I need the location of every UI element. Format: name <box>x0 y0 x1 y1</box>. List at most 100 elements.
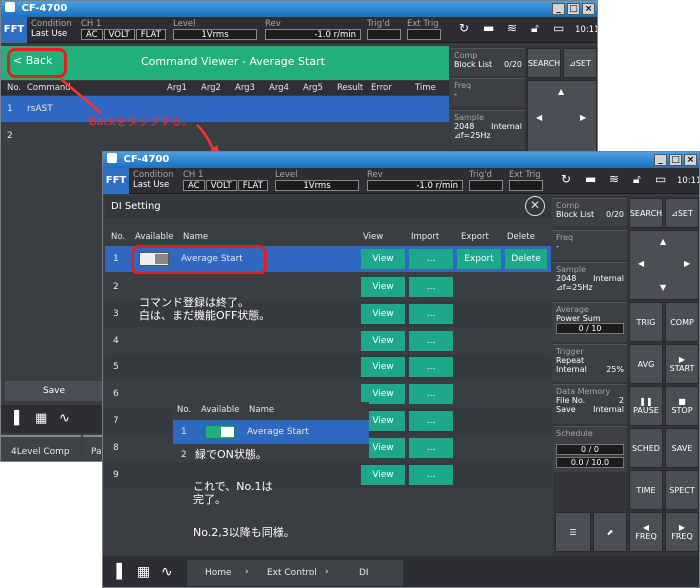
condition-label: Condition <box>133 170 174 180</box>
view-button[interactable]: View <box>361 249 405 269</box>
front-window-title: CF-4700 <box>123 154 170 165</box>
view-button[interactable]: View <box>361 277 405 297</box>
sample-mode: Internal <box>593 274 624 283</box>
arrow-right-icon[interactable]: ▶ <box>684 259 690 268</box>
data-memory-label: Data Memory <box>556 387 611 396</box>
stop-icon: ■ <box>678 397 686 406</box>
bar-chart-icon[interactable]: ▐ <box>9 411 19 426</box>
ch-filter[interactable]: FLAT <box>237 180 268 191</box>
printer-icon[interactable]: ▬ <box>585 172 596 186</box>
view-button[interactable]: View <box>361 330 405 351</box>
arrow-up-icon[interactable]: ▲ <box>660 237 666 246</box>
spect-button[interactable]: SPECT <box>665 470 699 510</box>
view-button[interactable]: View <box>361 303 405 324</box>
table-row[interactable]: 9 View... <box>105 461 551 488</box>
pause-button[interactable]: ❚❚ PAUSE <box>629 386 663 426</box>
level-label: Level <box>275 170 298 180</box>
close-button[interactable]: × <box>684 154 697 166</box>
arrow-left-icon[interactable]: ◀ <box>536 113 542 122</box>
trigger-percent: 25% <box>606 365 624 374</box>
front-window: CF-4700 _ □ × FFT Condition Last Use CH 1… <box>102 151 700 588</box>
trigger-source: Internal <box>556 365 587 374</box>
trig-button[interactable]: TRIG <box>629 302 663 342</box>
mode-fft-button[interactable]: FFT <box>103 168 129 194</box>
freq-right-button[interactable]: ▶ FREQ <box>665 512 699 552</box>
avg-button[interactable]: AVG <box>629 344 663 384</box>
direction-pad[interactable]: ▲ ◀ ▶ <box>527 80 597 154</box>
avg-count: 0 / 10 <box>556 323 624 334</box>
import-button[interactable]: ... <box>409 437 453 458</box>
arrow-down-icon[interactable]: ▼ <box>660 283 666 292</box>
stop-label: STOP <box>671 406 693 415</box>
lock-icon[interactable]: 🔓︎ <box>633 172 641 187</box>
close-dialog-icon[interactable]: ✕ <box>525 196 545 216</box>
ch-label: CH 1 <box>183 170 204 180</box>
arrow-right-icon[interactable]: ▶ <box>580 113 586 122</box>
bar-chart-icon[interactable]: ▐ <box>111 564 122 580</box>
view-button[interactable]: View <box>361 464 405 485</box>
front-right-panel: Comp Block List 0/20 Freq - Sample 2048 … <box>553 196 699 556</box>
breadcrumb-home[interactable]: Home <box>205 568 232 578</box>
available-toggle-on[interactable] <box>205 425 235 439</box>
save-label: Save <box>556 405 576 414</box>
import-button[interactable]: ... <box>409 330 453 351</box>
pause-icon: ❚❚ <box>639 397 653 406</box>
import-button[interactable]: ... <box>409 384 453 405</box>
level-value[interactable]: 1Vrms <box>275 180 359 191</box>
trigger-label: Trigger <box>556 347 584 356</box>
search-button[interactable]: SEARCH <box>527 48 561 78</box>
stop-button[interactable]: ■ STOP <box>665 386 699 426</box>
save-button[interactable]: Save <box>5 381 103 401</box>
minimize-button[interactable]: _ <box>654 154 667 166</box>
comp-button[interactable]: COMP <box>665 302 699 342</box>
import-button[interactable]: ... <box>409 357 453 378</box>
waveform-icon[interactable]: ∿ <box>161 564 173 580</box>
view-button[interactable]: View <box>361 357 405 378</box>
import-button[interactable]: ... <box>409 249 453 269</box>
start-button[interactable]: ▶ START <box>665 344 699 384</box>
sample-value: 2048 <box>556 274 577 283</box>
waveform-icon[interactable]: ∿ <box>59 411 70 426</box>
table-row[interactable]: 4 View... <box>105 327 551 354</box>
level-comp-tab[interactable]: 4Level Comp <box>1 435 81 461</box>
maximize-button[interactable]: □ <box>669 154 682 166</box>
delta-set-button[interactable]: ⊿SET <box>665 198 699 228</box>
grid-icon[interactable]: ▦ <box>137 564 150 580</box>
save-panel-button[interactable]: SAVE <box>665 428 699 468</box>
delta-set-button[interactable]: ⊿SET <box>563 48 597 78</box>
inset-row-name: Average Start <box>247 427 309 437</box>
expand-arrow-icon[interactable]: ⬈ <box>593 512 627 552</box>
grid-icon[interactable]: ▦ <box>35 411 47 426</box>
note-same-for-others: No.2,3以降も同様。 <box>193 526 295 539</box>
row-no: 9 <box>113 469 119 480</box>
direction-pad[interactable]: ▲ ◀ ▶ ▼ <box>629 230 699 300</box>
sched-button[interactable]: SCHED <box>629 428 663 468</box>
arrow-left-icon[interactable]: ◀ <box>638 259 644 268</box>
import-button[interactable]: ... <box>409 277 453 297</box>
freq-left-button[interactable]: ◀ FREQ <box>629 512 663 552</box>
row-no: 3 <box>113 308 119 319</box>
ch-coupling[interactable]: AC <box>183 180 205 191</box>
col-view: View <box>363 232 384 242</box>
ch-unit[interactable]: VOLT <box>205 180 237 191</box>
import-button[interactable]: ... <box>409 464 453 485</box>
inset-col-name: Name <box>249 405 275 415</box>
rotate-icon[interactable]: ↻ <box>561 172 571 186</box>
delete-button[interactable]: Delete <box>505 249 547 269</box>
table-row[interactable]: 5 View... <box>105 354 551 381</box>
freq-right-label: FREQ <box>671 532 693 541</box>
breadcrumb-ext-control[interactable]: Ext Control <box>267 568 317 578</box>
arrow-up-icon[interactable]: ▲ <box>558 87 564 96</box>
block-list-label: Block List <box>454 60 493 69</box>
col-available: Available <box>135 232 174 242</box>
search-button[interactable]: SEARCH <box>629 198 663 228</box>
breadcrumb-di: DI <box>359 568 369 578</box>
export-button[interactable]: Export <box>457 249 501 269</box>
import-button[interactable]: ... <box>409 411 453 431</box>
time-button[interactable]: TIME <box>629 470 663 510</box>
di-title-bar: DI Setting ✕ <box>105 196 551 218</box>
import-button[interactable]: ... <box>409 303 453 324</box>
freq-left-label: FREQ <box>635 532 657 541</box>
block-count: 0/20 <box>606 210 624 219</box>
list-icon[interactable]: ☰ <box>555 512 591 552</box>
